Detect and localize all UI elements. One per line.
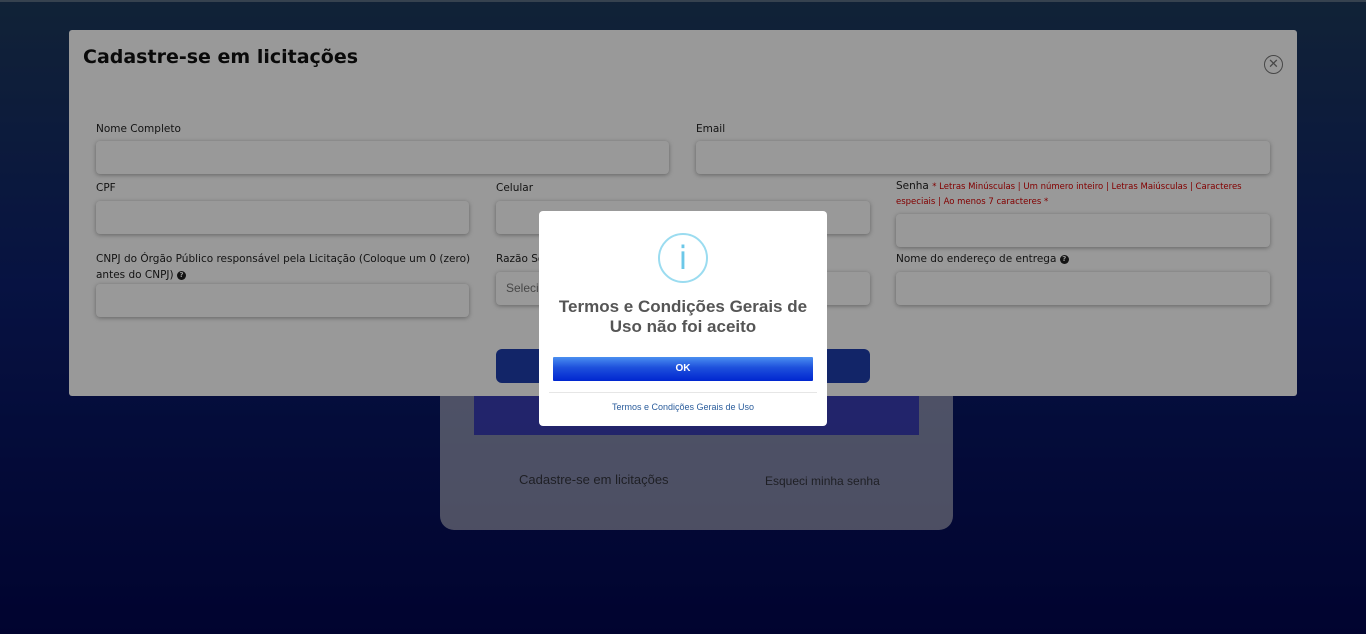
ok-button[interactable]: OK bbox=[553, 357, 813, 381]
alert-dialog: i Termos e Condições Gerais de Uso não f… bbox=[539, 211, 827, 426]
terms-link[interactable]: Termos e Condições Gerais de Uso bbox=[539, 402, 827, 412]
info-icon: i bbox=[658, 233, 708, 283]
alert-title: Termos e Condições Gerais de Uso não foi… bbox=[558, 297, 808, 336]
alert-divider bbox=[549, 392, 817, 393]
